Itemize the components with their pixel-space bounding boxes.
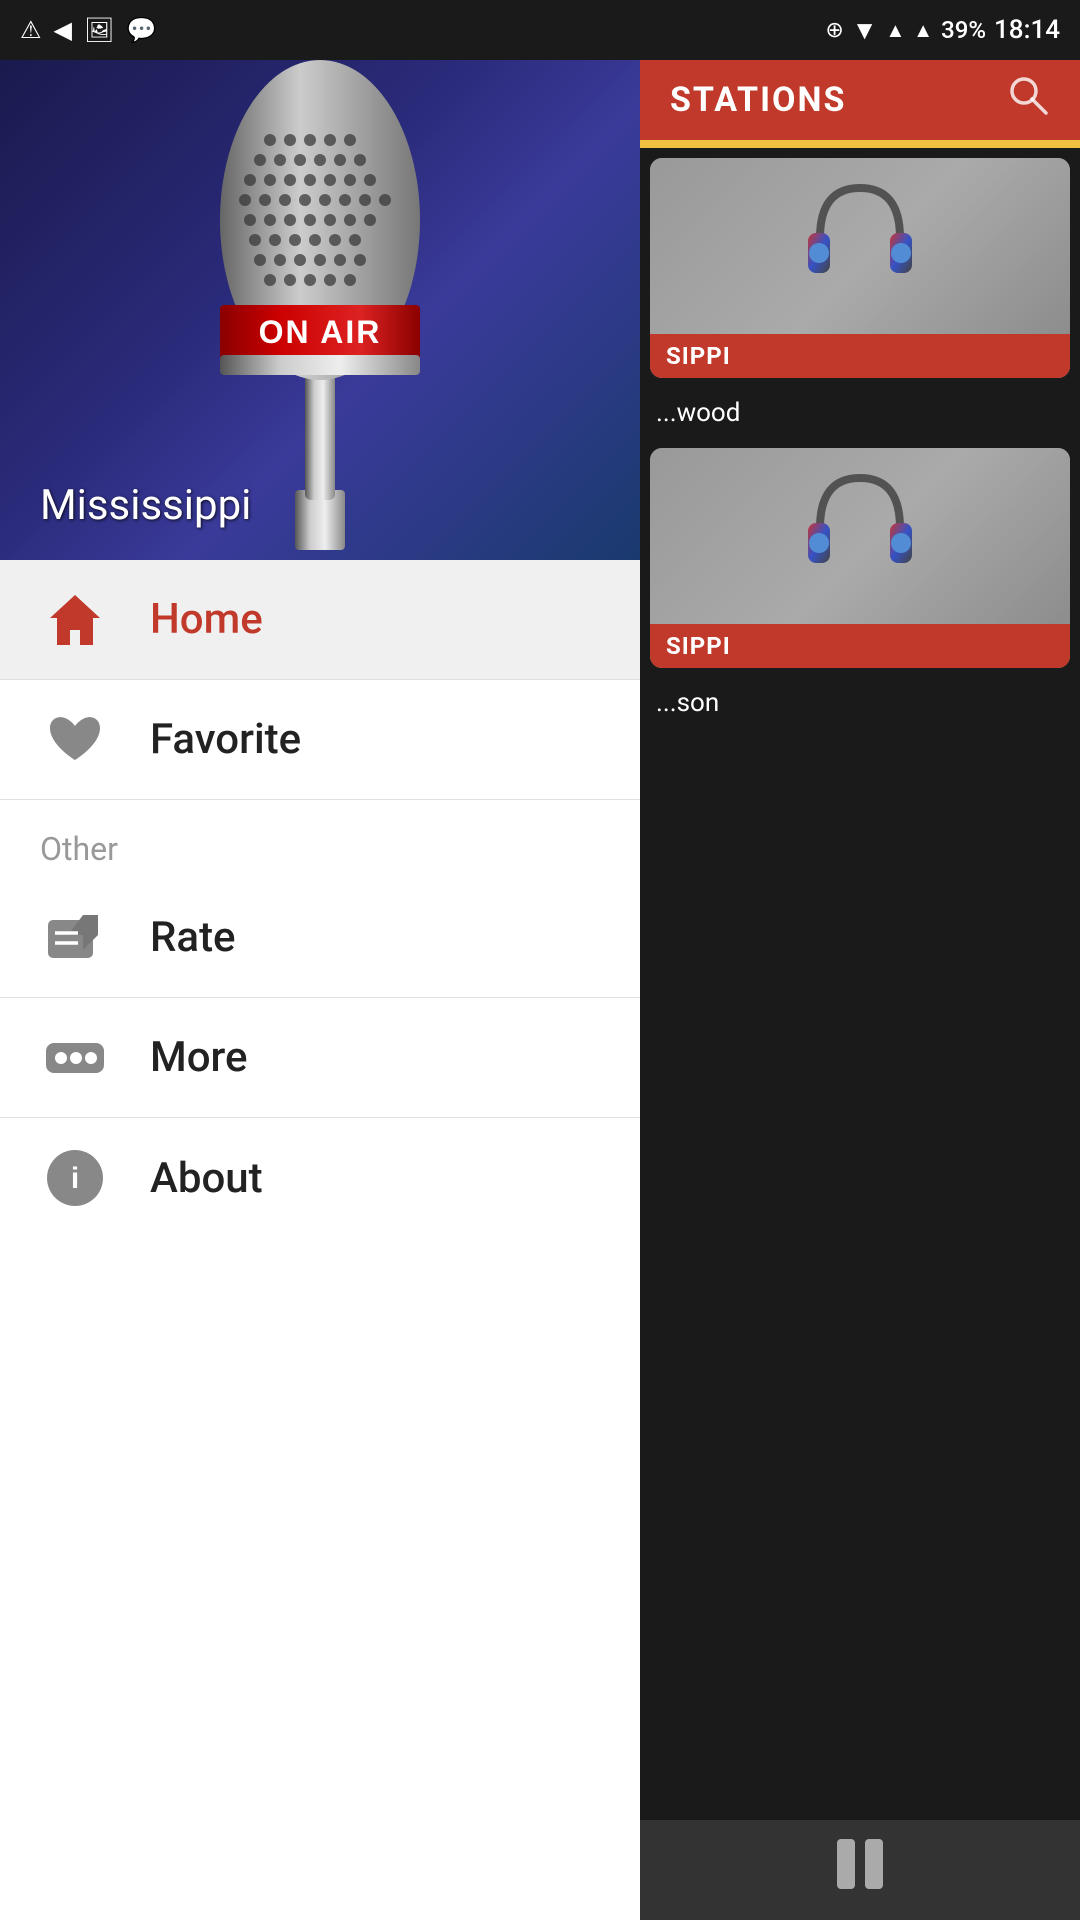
station-card-2[interactable]: SIPPI [650,448,1070,668]
hero-location-label: Mississippi [40,481,251,530]
home-icon [40,585,110,655]
search-icon[interactable] [1006,73,1050,127]
rate-label: Rate [150,913,236,962]
back-icon[interactable]: ◀ [54,16,72,44]
status-right-icons: ⊕ ▼ ▲ ▲ 39% 18:14 [825,15,1060,46]
image-icon: 🖼 [84,16,114,44]
time-label: 18:14 [994,15,1060,45]
main-container: ON AIR Mississippi Home [0,60,1080,1920]
menu-item-home[interactable]: Home [0,560,640,680]
signal-icon: ▲ [885,18,905,43]
signal2-icon: ▲ [913,18,933,43]
headphone-icon-2 [800,458,920,598]
status-left-icons: ⚠ ◀ 🖼 💬 [20,16,156,44]
drawer: ON AIR Mississippi Home [0,60,640,1920]
station-name-1: ...wood [640,388,1080,438]
station-badge-1: SIPPI [650,334,1070,378]
info-icon: i [40,1143,110,1213]
status-bar: ⚠ ◀ 🖼 💬 ⊕ ▼ ▲ ▲ 39% 18:14 [0,0,1080,60]
station-wrapper-2: SIPPI ...son [640,448,1080,728]
headphone-icon-1 [800,168,920,308]
svg-text:i: i [70,1162,78,1195]
wifi-icon: ▼ [852,15,878,46]
station-name-2: ...son [640,678,1080,728]
right-panel: STATIONS [640,60,1080,1920]
more-icon [40,1023,110,1093]
station-badge-2: SIPPI [650,624,1070,668]
right-panel-header: STATIONS [640,60,1080,140]
add-circle-icon: ⊕ [825,18,843,43]
menu-list: Home Favorite Other [0,560,640,1920]
heart-icon [40,705,110,775]
pause-button[interactable] [825,1829,895,1911]
stations-title: STATIONS [670,80,846,120]
other-section-header: Other [0,800,640,878]
rate-icon [40,903,110,973]
menu-item-more[interactable]: More [0,998,640,1118]
station-card-1[interactable]: SIPPI [650,158,1070,378]
about-label: About [150,1154,263,1203]
more-label: More [150,1033,248,1082]
stations-list: SIPPI ...wood [640,148,1080,1820]
menu-item-about[interactable]: i About [0,1118,640,1238]
station-wrapper-1: SIPPI ...wood [640,158,1080,438]
home-label: Home [150,595,263,644]
yellow-accent-bar [640,140,1080,148]
message-icon: 💬 [126,16,156,44]
svg-text:ON AIR: ON AIR [259,314,382,350]
battery-label: 39% [941,16,986,44]
menu-item-rate[interactable]: Rate [0,878,640,998]
notification-icon: ⚠ [20,16,42,44]
favorite-label: Favorite [150,715,301,764]
hero-image: ON AIR Mississippi [0,60,640,560]
bottom-player [640,1820,1080,1920]
menu-item-favorite[interactable]: Favorite [0,680,640,800]
